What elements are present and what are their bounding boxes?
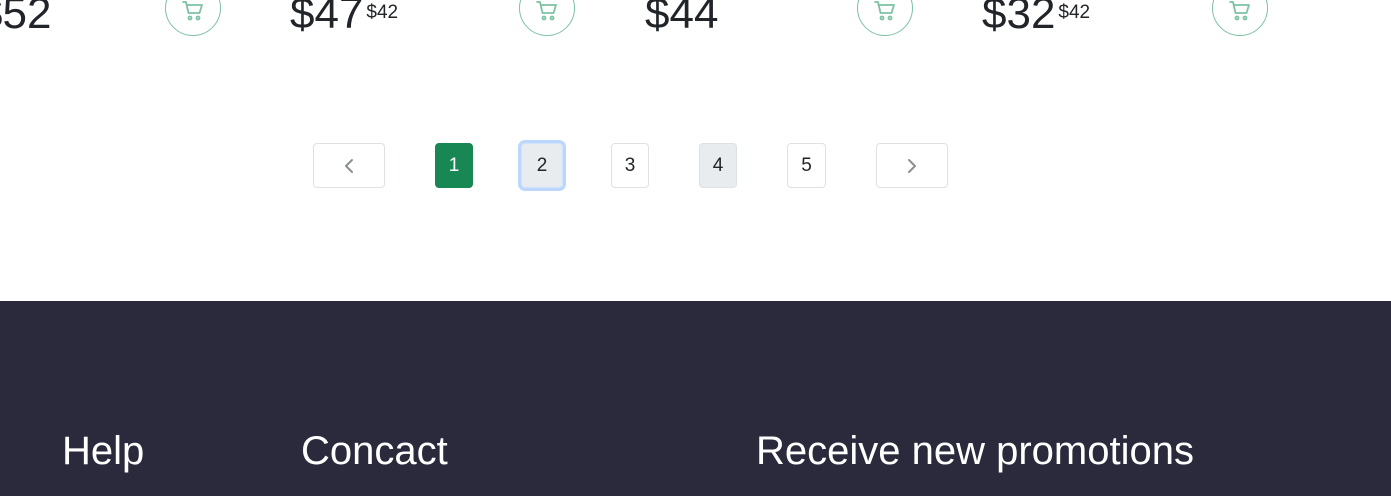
page-button-1[interactable]: 1	[435, 143, 473, 188]
chevron-left-icon	[345, 158, 353, 173]
shopping-cart-icon	[874, 1, 895, 21]
next-page-button[interactable]	[876, 143, 948, 188]
add-to-cart-button[interactable]	[165, 0, 221, 36]
old-price: $42	[1058, 2, 1091, 23]
shopping-cart-icon	[1229, 1, 1250, 21]
add-to-cart-button[interactable]	[857, 0, 913, 36]
add-to-cart-button[interactable]	[519, 0, 575, 36]
shopping-cart-icon	[536, 1, 557, 21]
product-price: $52	[0, 0, 51, 38]
old-price: $42	[366, 2, 399, 23]
chevron-right-icon	[908, 158, 916, 173]
shopping-cart-icon	[182, 1, 203, 21]
add-to-cart-button[interactable]	[1212, 0, 1268, 36]
page-button-3[interactable]: 3	[611, 143, 649, 188]
current-price: $44	[645, 0, 719, 38]
footer-help-heading: Help	[62, 429, 145, 473]
footer-promotions-heading: Receive new promotions	[756, 429, 1194, 473]
current-price: $47	[290, 0, 364, 38]
current-price: $52	[0, 0, 52, 38]
page-button-5[interactable]: 5	[787, 143, 826, 188]
page-button-2[interactable]: 2	[521, 143, 563, 188]
footer-contact-heading: Concact	[301, 429, 448, 473]
current-price: $32	[982, 0, 1056, 38]
page: $52 $47$42 $44	[0, 0, 1391, 496]
product-price: $47 $42	[290, 0, 398, 38]
product-price: $44	[645, 0, 718, 38]
previous-page-button[interactable]	[313, 143, 385, 188]
footer: Help Concact Receive new promotions	[0, 301, 1391, 496]
product-price: $32 $42	[982, 0, 1090, 38]
page-button-4[interactable]: 4	[699, 143, 737, 188]
